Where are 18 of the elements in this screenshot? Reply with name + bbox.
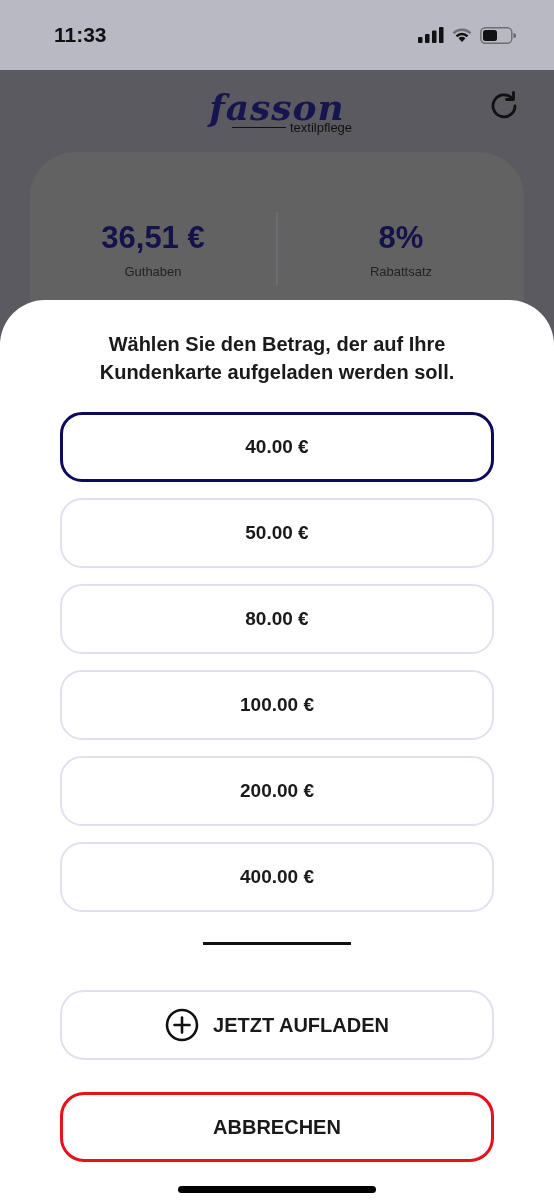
cancel-button[interactable]: ABBRECHEN	[60, 1092, 494, 1162]
summary-value: 8%	[378, 220, 424, 256]
summary-value: 36,51 €	[101, 220, 205, 256]
summary-label: Guthaben	[124, 264, 182, 279]
amount-option[interactable]: 100.00 €	[60, 670, 494, 740]
amount-option[interactable]: 40.00 €	[60, 412, 494, 482]
status-time: 11:33	[54, 23, 107, 47]
amount-option[interactable]: 80.00 €	[60, 584, 494, 654]
top-up-button[interactable]: JETZT AUFLADEN	[60, 990, 494, 1060]
amount-option[interactable]: 400.00 €	[60, 842, 494, 912]
battery-icon	[480, 26, 516, 44]
summary-label: Rabattsatz	[369, 264, 433, 279]
wifi-icon	[451, 27, 473, 43]
signal-icon	[418, 27, 444, 43]
plus-circle-icon	[165, 1008, 200, 1042]
amount-option[interactable]: 200.00 €	[60, 756, 494, 826]
amount-option[interactable]: 50.00 €	[60, 498, 494, 568]
sheet-title: Wählen Sie den Betrag, der auf Ihre Kundenkarte aufgeladen werden soll.	[98, 332, 456, 385]
